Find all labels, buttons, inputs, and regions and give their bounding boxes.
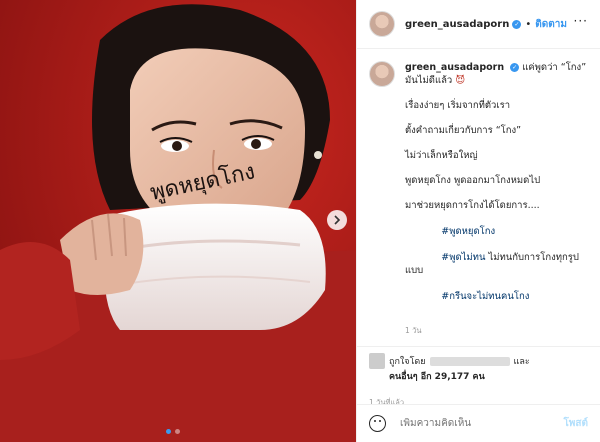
caption-p5: มาช่วยหยุดการโกงได้โดยการ.... <box>405 200 540 211</box>
liker-name-blurred[interactable] <box>429 356 510 366</box>
caption-p1: เรื่องง่ายๆ เริ่มจากที่ตัวเรา <box>405 100 511 111</box>
comment-input[interactable] <box>398 417 558 430</box>
post-header: green_ausadaporn ✓ • ติดตาม ··· <box>357 0 600 49</box>
likes-count-link[interactable]: คนอื่นๆ อีก 29,177 คน <box>389 372 485 382</box>
username-link[interactable]: green_ausadaporn <box>405 19 509 30</box>
verified-badge-icon: ✓ <box>510 63 520 72</box>
caption-tag2-suffix: ไม่ทนกับการโกงทุกรูปแบบ <box>405 252 579 276</box>
liker-avatar[interactable] <box>369 353 385 369</box>
separator-dot: • <box>525 18 532 30</box>
caption-p3: ไม่ว่าเล็กหรือใหญ่ <box>405 150 478 161</box>
post-photo[interactable]: พูดหยุดโกง <box>0 0 356 442</box>
caption-line1: แค่พูดว่า “โกง” <box>522 62 587 73</box>
caption: green_ausadaporn ✓ แค่พูดว่า “โกง” มันไม่… <box>369 61 588 337</box>
carousel-dot-active <box>166 429 171 434</box>
liked-by-label: ถูกใจโดย <box>389 357 426 367</box>
comment-age: 1 วัน <box>405 326 422 335</box>
caption-p4: พูดหยุดโกง พูดออกมาโกงหมดไป <box>405 175 541 186</box>
carousel-next-button[interactable] <box>327 210 347 230</box>
likes-and-label: และ <box>513 357 530 367</box>
hashtag-link[interactable]: #กรีนจะไม่ทนคนโกง <box>441 291 529 302</box>
avatar[interactable] <box>369 11 395 37</box>
hashtag-link[interactable]: #พูดหยุดโกง <box>441 226 495 237</box>
portrait-image: พูดหยุดโกง <box>0 0 356 442</box>
post-comment-button[interactable]: โพสต์ <box>563 416 588 431</box>
follow-button[interactable]: ติดตาม <box>535 17 567 32</box>
comments-area: green_ausadaporn ✓ แค่พูดว่า “โกง” มันไม่… <box>357 49 600 337</box>
caption-p2: ตั้งคำถามเกี่ยวกับการ “โกง” <box>405 125 522 136</box>
more-options-icon[interactable]: ··· <box>574 14 588 28</box>
caption-line2: มันไม่ดีแล้ว <box>405 75 453 86</box>
emoji-icon[interactable] <box>369 415 386 432</box>
add-comment-bar: โพสต์ <box>357 404 600 442</box>
caption-username[interactable]: green_ausadaporn <box>405 62 504 73</box>
chevron-right-icon <box>334 215 341 225</box>
caption-text: green_ausadaporn ✓ แค่พูดว่า “โกง” มันไม่… <box>405 61 588 337</box>
carousel-indicator <box>166 429 180 434</box>
instagram-post: พูดหยุดโกง green_ausadaporn ✓ • ติดตาม ·… <box>0 0 600 442</box>
caption-avatar[interactable] <box>369 61 395 87</box>
carousel-dot <box>175 429 180 434</box>
post-sidebar: green_ausadaporn ✓ • ติดตาม ··· green_au… <box>356 0 600 442</box>
verified-badge-icon: ✓ <box>512 19 522 29</box>
hashtag-link[interactable]: #พูดไม่ทน <box>441 252 485 263</box>
devil-emoji-icon: 😈 <box>455 75 466 86</box>
